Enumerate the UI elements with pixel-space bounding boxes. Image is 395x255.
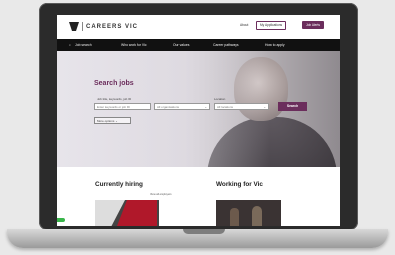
about-link[interactable]: About	[240, 23, 248, 27]
keyword-placeholder: Enter keywords or job ID	[97, 105, 130, 109]
laptop-base-notch	[183, 229, 225, 234]
people-photo-figure	[230, 208, 239, 226]
search-jobs-title: Search jobs	[94, 80, 134, 87]
nav-item-who-work-for-vic[interactable]: Who work for Vic	[121, 43, 147, 47]
view-all-employers-link[interactable]: View all employers	[150, 193, 172, 196]
content-section: Currently hiring View all employers Work…	[57, 167, 340, 226]
working-for-vic-title: Working for Vic	[216, 181, 263, 188]
people-photo-figure	[252, 206, 262, 226]
hero-banner: Search jobs Job title, keywords, job ID …	[57, 51, 340, 167]
employer-card-image[interactable]	[95, 200, 159, 226]
laptop-base	[7, 229, 388, 248]
laptop-screen: CAREERS VIC About My Applications Job Al…	[57, 15, 340, 226]
more-options-label: More options	[97, 119, 115, 123]
careers-vic-logo[interactable]: CAREERS VIC	[69, 22, 138, 31]
nav-item-job-search[interactable]: Job search	[75, 43, 92, 47]
chevron-down-icon: ⌄	[204, 105, 207, 109]
location-select[interactable]: All locations ⌄	[214, 103, 269, 110]
organisation-select[interactable]: All organisations ⌄	[154, 103, 210, 110]
search-icon: ⌕	[69, 43, 71, 47]
employer-card-graphic	[117, 200, 157, 226]
logo-divider	[82, 22, 83, 31]
search-button[interactable]: Search	[278, 102, 307, 111]
working-for-vic-image[interactable]	[216, 200, 281, 226]
feedback-tab[interactable]	[57, 218, 65, 222]
location-value: All locations	[217, 105, 234, 109]
chevron-down-icon: ⌄	[263, 105, 266, 109]
keyword-input[interactable]: Enter keywords or job ID	[94, 103, 151, 110]
victoria-state-logo-icon	[69, 22, 79, 31]
currently-hiring-title: Currently hiring	[95, 181, 143, 188]
main-nav: ⌕ Job search Who work for Vic Our values…	[57, 39, 340, 51]
chevron-down-icon: ⌄	[115, 119, 118, 123]
keyword-label: Job title, keywords, job ID	[97, 97, 132, 101]
job-alerts-button[interactable]: Job Alerts	[302, 21, 324, 29]
more-options-button[interactable]: More options ⌄	[94, 117, 131, 124]
organisation-value: All organisations	[157, 105, 180, 109]
location-label: Location	[214, 97, 226, 101]
my-applications-button[interactable]: My Applications	[256, 21, 287, 30]
nav-item-career-pathways[interactable]: Career pathways	[213, 43, 239, 47]
site-header: CAREERS VIC About My Applications Job Al…	[57, 15, 340, 37]
nav-item-our-values[interactable]: Our values	[173, 43, 189, 47]
logo-text: CAREERS VIC	[86, 23, 139, 30]
nav-item-how-to-apply[interactable]: How to apply	[265, 43, 285, 47]
